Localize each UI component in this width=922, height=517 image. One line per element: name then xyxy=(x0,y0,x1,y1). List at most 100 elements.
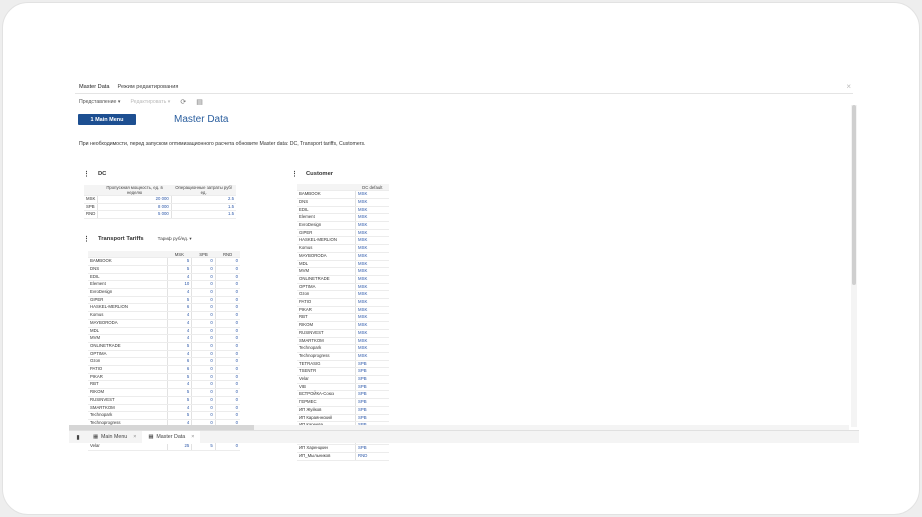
bottom-tab-master-data[interactable]: ▦ Master Data × xyxy=(142,430,201,444)
cell-value[interactable]: MSK xyxy=(355,306,389,315)
cell-value[interactable]: MSK xyxy=(355,198,389,207)
cell-value[interactable]: SPB xyxy=(355,390,389,400)
cell-value[interactable]: 0 xyxy=(191,273,216,282)
cell-value[interactable]: 5 xyxy=(166,411,192,420)
cell-value[interactable]: MSK xyxy=(355,344,389,353)
bookmark-icon[interactable]: ▮ xyxy=(69,434,87,441)
cell-value[interactable]: 5 000 xyxy=(97,210,172,220)
cell-value[interactable]: 0 xyxy=(191,342,216,351)
cell-value[interactable]: 0 xyxy=(191,311,216,320)
cell-value[interactable]: 0 xyxy=(214,411,240,420)
cell-value[interactable]: SPB xyxy=(355,375,389,384)
cell-value[interactable]: 1.5 xyxy=(170,210,236,220)
cell-value[interactable]: 4 xyxy=(166,288,192,297)
column-header[interactable] xyxy=(88,251,167,259)
cell-value[interactable]: 2.5 xyxy=(170,195,236,204)
cell-value[interactable]: 0 xyxy=(191,373,216,382)
cell-value[interactable]: MSK xyxy=(355,229,389,238)
cell-value[interactable]: SPB xyxy=(355,360,389,369)
cell-value[interactable]: MSK xyxy=(355,321,389,330)
cell-value[interactable]: SPB xyxy=(355,383,389,392)
cell-value[interactable]: MSK xyxy=(355,283,389,292)
cell-value[interactable]: 0 xyxy=(214,303,240,313)
cell-value[interactable]: 0 xyxy=(214,342,240,351)
column-header[interactable]: RND xyxy=(215,251,240,259)
cell-value[interactable]: MSK xyxy=(355,213,389,222)
cell-value[interactable]: SPB xyxy=(355,406,389,415)
transport-menu-icon[interactable]: ⋮ xyxy=(83,235,90,243)
cell-value[interactable]: 0 xyxy=(214,280,240,289)
cell-value[interactable]: 0 xyxy=(214,257,240,266)
column-header[interactable]: DC default xyxy=(355,184,389,192)
cell-value[interactable]: 4 xyxy=(166,350,192,359)
cell-value[interactable]: 0 xyxy=(214,319,240,328)
cell-value[interactable]: 6 xyxy=(166,365,192,374)
cell-value[interactable]: 0 xyxy=(214,357,240,367)
cell-value[interactable]: 0 xyxy=(214,296,240,305)
cell-value[interactable]: 5 xyxy=(166,342,192,351)
cell-value[interactable]: 8 000 xyxy=(97,203,172,212)
cell-value[interactable]: 4 xyxy=(166,380,192,390)
column-header[interactable]: SPB xyxy=(191,251,216,259)
column-header[interactable]: MSK xyxy=(167,251,192,259)
cell-value[interactable]: MSK xyxy=(355,244,389,253)
close-tab-icon[interactable]: × xyxy=(191,434,194,440)
cell-value[interactable]: 0 xyxy=(191,350,216,359)
cell-value[interactable]: 5 xyxy=(191,442,216,451)
cell-value[interactable]: 1.5 xyxy=(170,203,236,212)
cell-value[interactable]: 5 xyxy=(166,257,192,266)
cell-value[interactable]: 0 xyxy=(191,296,216,305)
bottom-tab-main-menu[interactable]: ▦ Main Menu × xyxy=(87,431,142,444)
cell-value[interactable]: 0 xyxy=(191,303,216,313)
view-menu[interactable]: Представление ▾ xyxy=(79,99,120,105)
cell-value[interactable]: 5 xyxy=(166,396,192,405)
cell-value[interactable]: 6 xyxy=(166,303,192,313)
cell-value[interactable]: MSK xyxy=(355,267,389,276)
cell-value[interactable]: 0 xyxy=(214,288,240,297)
cell-value[interactable]: 0 xyxy=(191,327,216,336)
cell-value[interactable]: 0 xyxy=(191,265,216,274)
cell-value[interactable]: MSK xyxy=(355,252,389,261)
cell-value[interactable]: 0 xyxy=(214,334,240,343)
cell-value[interactable]: MSK xyxy=(355,329,389,338)
close-icon[interactable]: × xyxy=(846,82,851,91)
cell-value[interactable]: 20 000 xyxy=(97,195,172,204)
cell-value[interactable]: SPB xyxy=(355,398,389,407)
cell-value[interactable]: 0 xyxy=(191,257,216,266)
cell-value[interactable]: 0 xyxy=(191,357,216,367)
dc-menu-icon[interactable]: ⋮ xyxy=(83,170,90,178)
cell-value[interactable]: 0 xyxy=(191,380,216,390)
cell-value[interactable]: MSK xyxy=(355,206,389,215)
main-menu-button[interactable]: 1 Main Menu xyxy=(78,114,136,125)
cell-value[interactable]: MSK xyxy=(355,260,389,269)
cell-value[interactable]: 0 xyxy=(214,311,240,320)
cell-value[interactable]: RND xyxy=(355,452,389,461)
cell-value[interactable]: 25 xyxy=(166,442,192,451)
cell-value[interactable]: 0 xyxy=(191,365,216,374)
cell-value[interactable]: 6 xyxy=(166,357,192,367)
cell-value[interactable]: MSK xyxy=(355,337,389,346)
cell-value[interactable]: MSK xyxy=(355,221,389,230)
cell-value[interactable]: 0 xyxy=(191,404,216,413)
cell-value[interactable]: 0 xyxy=(191,334,216,343)
cell-value[interactable]: 10 xyxy=(166,280,192,289)
cell-value[interactable]: SPB xyxy=(355,414,389,423)
cell-value[interactable]: 0 xyxy=(214,380,240,390)
vertical-scroll-thumb[interactable] xyxy=(852,105,856,285)
cell-value[interactable]: 0 xyxy=(191,411,216,420)
cell-value[interactable]: 4 xyxy=(166,334,192,343)
cell-value[interactable]: 0 xyxy=(214,442,240,451)
cell-value[interactable]: 5 xyxy=(166,373,192,382)
cell-value[interactable]: 5 xyxy=(166,265,192,274)
cell-value[interactable]: 4 xyxy=(166,273,192,282)
cell-value[interactable]: 0 xyxy=(191,280,216,289)
cell-value[interactable]: 0 xyxy=(214,327,240,336)
cell-value[interactable]: 0 xyxy=(214,265,240,274)
cell-value[interactable]: 0 xyxy=(191,288,216,297)
column-header[interactable]: Пропускная мощность, ед. в неделю xyxy=(97,185,172,196)
cell-value[interactable]: 0 xyxy=(191,396,216,405)
cell-value[interactable]: SPB xyxy=(355,367,389,377)
cell-value[interactable]: 0 xyxy=(214,388,240,397)
column-header[interactable] xyxy=(297,184,356,192)
customer-menu-icon[interactable]: ⋮ xyxy=(291,170,298,178)
